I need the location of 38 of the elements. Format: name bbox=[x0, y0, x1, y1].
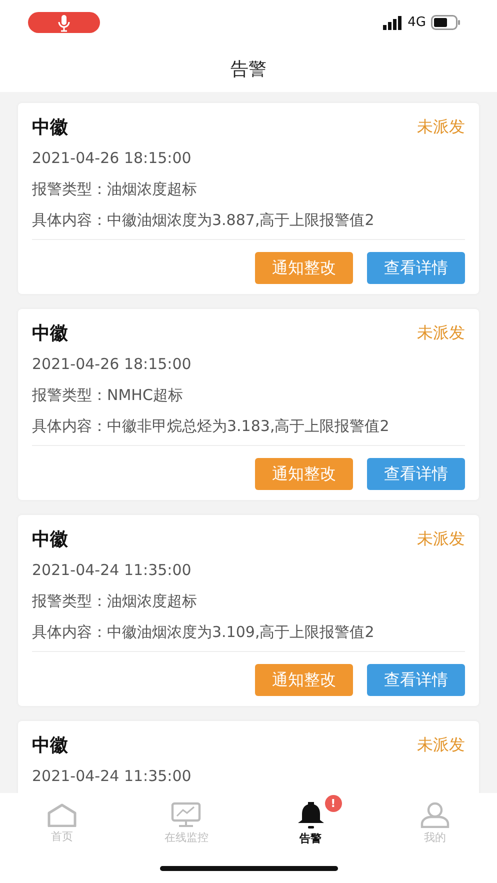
signal-icon bbox=[382, 16, 403, 30]
alert-name: 中徽 bbox=[32, 734, 68, 757]
alert-name: 中徽 bbox=[32, 116, 68, 139]
alert-name: 中徽 bbox=[32, 528, 68, 551]
tab-item[interactable]: 我的 bbox=[372, 793, 497, 853]
details-button[interactable]: 查看详情 bbox=[367, 458, 465, 490]
alert-content: 具体内容：中徽油烟浓度为3.109,高于上限报警值2 bbox=[32, 622, 376, 643]
alert-status: 未派发 bbox=[417, 116, 465, 138]
alert-status: 未派发 bbox=[417, 734, 465, 756]
alert-time: 2021-04-26 18:15:00 bbox=[32, 148, 192, 169]
page-title: 告警 bbox=[230, 58, 266, 80]
details-button[interactable]: 查看详情 bbox=[367, 252, 465, 284]
alert-type: 报警类型：NMHC超标 bbox=[32, 385, 184, 406]
user-icon bbox=[420, 802, 450, 828]
bell-icon bbox=[296, 800, 326, 828]
tab-item[interactable]: 首页 bbox=[0, 793, 124, 853]
details-button[interactable]: 查看详情 bbox=[367, 664, 465, 696]
alert-time: 2021-04-24 11:35:00 bbox=[32, 560, 192, 581]
alert-name: 中徽 bbox=[32, 322, 68, 345]
network-label: 4G bbox=[408, 15, 426, 30]
notify-button[interactable]: 通知整改 bbox=[255, 664, 353, 696]
notification-badge: ! bbox=[324, 794, 342, 812]
notify-button[interactable]: 通知整改 bbox=[255, 458, 353, 490]
monitor-icon bbox=[171, 802, 202, 828]
microphone-icon bbox=[58, 14, 70, 32]
alert-type: 报警类型：油烟浓度超标 bbox=[32, 591, 198, 612]
tab-item[interactable]: ! 告警 bbox=[248, 793, 373, 853]
alert-content: 具体内容：中徽油烟浓度为3.887,高于上限报警值2 bbox=[32, 210, 376, 231]
alert-type: 报警类型：油烟浓度超标 bbox=[32, 179, 198, 200]
notify-button[interactable]: 通知整改 bbox=[255, 252, 353, 284]
alert-time: 2021-04-24 11:35:00 bbox=[32, 766, 192, 787]
tab-item[interactable]: 在线监控 bbox=[124, 793, 248, 853]
alert-status: 未派发 bbox=[417, 322, 465, 344]
alert-status: 未派发 bbox=[417, 528, 465, 550]
alert-time: 2021-04-26 18:15:00 bbox=[32, 354, 192, 375]
home-icon bbox=[47, 802, 78, 826]
alert-content: 具体内容：中徽非甲烷总烃为3.183,高于上限报警值2 bbox=[32, 416, 390, 437]
battery-icon bbox=[431, 15, 461, 30]
